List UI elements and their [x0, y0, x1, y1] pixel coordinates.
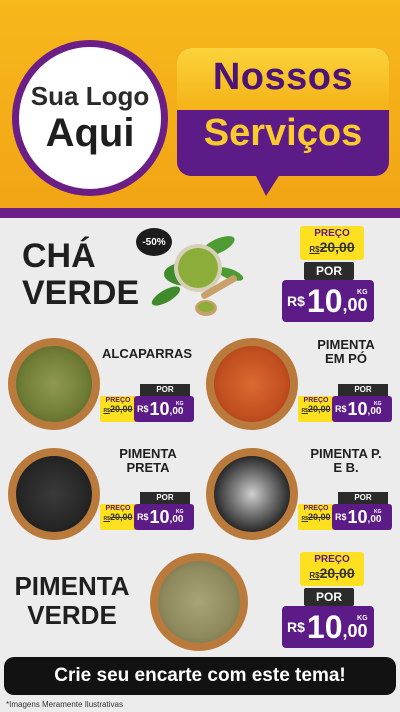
product-name-line1: PIMENTA [317, 337, 375, 352]
price-dec: ,00 [169, 405, 184, 417]
old-price-label: PREÇO [105, 397, 131, 404]
product-name: PIMENTA PRETA [110, 446, 186, 476]
page-title-line1: Nossos [212, 56, 354, 98]
speech-bubble-tail [252, 168, 284, 196]
price-int: 10 [347, 398, 368, 419]
old-price-label: PREÇO [105, 505, 131, 512]
old-price-value: R$20,00 [103, 404, 133, 414]
price-int: 10 [306, 608, 343, 645]
new-price-tag: R$ 10 KG ,00 [134, 504, 194, 530]
disclaimer-note: *Imagens Meramente Ilustrativas [6, 700, 123, 709]
header-divider [0, 208, 400, 218]
product-name-line2: VERDE [22, 274, 140, 313]
currency: R$ [137, 512, 149, 522]
product-name-line1: ALCAPARRAS [102, 346, 193, 361]
green-tea-image [151, 236, 244, 316]
green-pepper-fill [158, 561, 240, 643]
old-price-label: PREÇO [314, 228, 350, 239]
old-price-tag: PREÇO R$20,00 [100, 396, 136, 422]
price-dec: ,00 [169, 513, 184, 525]
logo-placeholder: Sua Logo Aqui [12, 40, 168, 196]
page-title-line2: Serviços [203, 112, 363, 154]
currency: R$ [335, 512, 347, 522]
por-label-tag: POR [338, 492, 388, 504]
old-price-value: R$20,00 [301, 512, 331, 522]
old-price-value: R$20,00 [103, 512, 133, 522]
logo-text-line1: Sua Logo [30, 81, 150, 111]
por-label-tag: POR [140, 384, 190, 396]
new-price-tag: R$ 10 KG ,00 [332, 504, 392, 530]
old-price-label: PREÇO [303, 397, 329, 404]
price-dec: ,00 [342, 294, 368, 315]
old-price-label: PREÇO [314, 554, 350, 565]
price-dec: ,00 [367, 513, 382, 525]
currency: R$ [137, 404, 149, 414]
product-name-line2: PRETA [126, 460, 170, 476]
price-dec: ,00 [367, 405, 382, 417]
por-label-tag: POR [304, 262, 354, 280]
mixed-pepper-fill [214, 456, 290, 532]
old-price-tag: PREÇO R$20,00 [300, 552, 364, 586]
old-price-value: R$20,00 [309, 239, 355, 255]
new-price-tag: R$ 10 KG ,00 [282, 280, 374, 322]
price-int: 10 [347, 506, 368, 527]
product-name-line2: E B. [333, 460, 359, 476]
product-name-line1: CHÁ [22, 237, 96, 275]
price-int: 10 [306, 282, 343, 319]
old-price-tag: PREÇO R$20,00 [300, 226, 364, 260]
price-dec: ,00 [342, 620, 368, 641]
product-name-line2: EM PÓ [325, 351, 367, 367]
currency: R$ [287, 293, 305, 309]
old-price-tag: PREÇO R$20,00 [100, 504, 136, 530]
cta-banner[interactable]: Crie seu encarte com este tema! [4, 657, 396, 695]
new-price-tag: R$ 10 KG ,00 [332, 396, 392, 422]
chili-powder-fill [214, 346, 290, 422]
por-label-tag: POR [140, 492, 190, 504]
old-price-tag: PREÇO R$20,00 [298, 504, 334, 530]
old-price-value: R$20,00 [301, 404, 331, 414]
price-int: 10 [149, 398, 170, 419]
black-pepper-fill [16, 456, 92, 532]
price-int: 10 [149, 506, 170, 527]
product-name-line1: PIMENTA [14, 571, 130, 601]
new-price-tag: R$ 10 KG ,00 [282, 606, 374, 648]
old-price-value: R$20,00 [309, 565, 355, 581]
product-name: ALCAPARRAS [102, 346, 193, 361]
product-name: PIMENTA EM PÓ [308, 337, 384, 367]
new-price-tag: R$ 10 KG ,00 [134, 396, 194, 422]
por-label-tag: POR [304, 588, 354, 606]
product-name: PIMENTA P. E B. [298, 446, 394, 476]
logo-text-line2: Aqui [45, 111, 135, 155]
old-price-label: PREÇO [303, 505, 329, 512]
old-price-tag: PREÇO R$20,00 [298, 396, 334, 422]
featured-product-name: CHÁ VERDE [22, 237, 140, 313]
product-name-line1: PIMENTA P. [310, 446, 382, 461]
por-label-tag: POR [338, 384, 388, 396]
capers-fill [16, 346, 92, 422]
currency: R$ [287, 619, 305, 635]
featured-product-name: PIMENTA VERDE [8, 572, 136, 629]
product-name-line2: VERDE [27, 599, 117, 630]
product-name-line1: PIMENTA [119, 446, 177, 461]
currency: R$ [335, 404, 347, 414]
